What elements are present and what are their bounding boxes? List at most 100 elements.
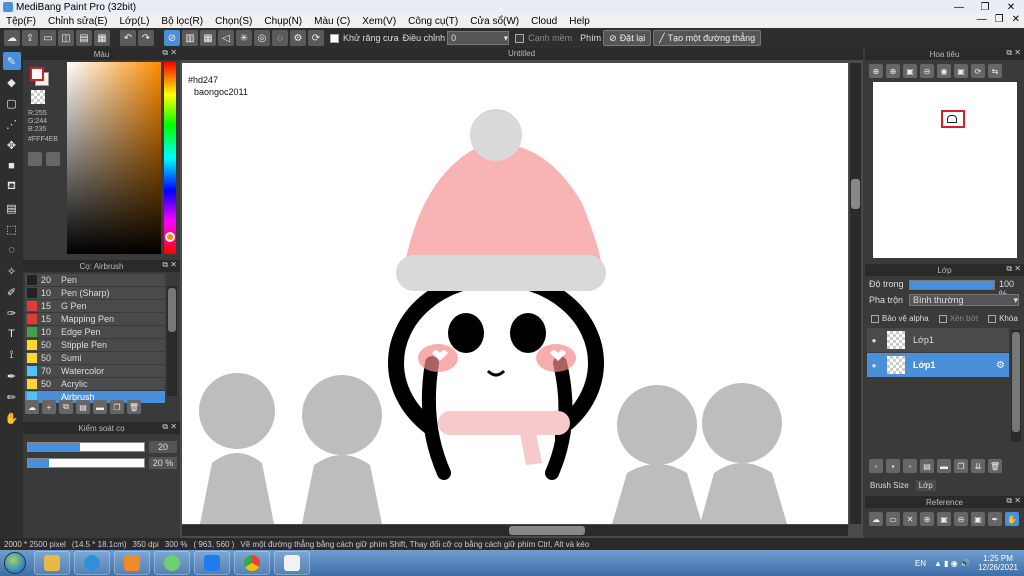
menu-edit[interactable]: Chỉnh sửa(E) [42, 16, 114, 27]
text-tool-icon[interactable]: T [3, 325, 21, 343]
eyedropper-tool-icon[interactable]: ✒ [3, 367, 21, 385]
minimize-button[interactable]: — [946, 0, 972, 14]
panel-controls-icon[interactable]: ⧉ ✕ [162, 422, 177, 432]
cloud-brush-icon[interactable]: ☁ [25, 400, 39, 414]
dot-tool-icon[interactable]: ⋰ [3, 115, 21, 133]
rotate-icon[interactable]: ⟳ [308, 30, 324, 46]
zoom-in-alt-icon[interactable]: ⊕ [886, 64, 900, 78]
visibility-eye-icon[interactable]: ● [867, 361, 881, 370]
radial-snap-icon[interactable]: ✳ [236, 30, 252, 46]
menu-layer[interactable]: Lớp(L) [114, 16, 156, 27]
brush-item[interactable]: 15 G Pen [25, 300, 165, 313]
actual-size-icon[interactable]: ◉ [937, 64, 951, 78]
zoom-out-icon[interactable]: ⊖ [954, 512, 968, 526]
open-image-icon[interactable]: ▭ [886, 512, 900, 526]
trash-icon[interactable]: 🗑 [127, 400, 141, 414]
taskbar-chrome[interactable] [234, 551, 270, 575]
upload-icon[interactable]: ⇪ [22, 30, 38, 46]
zoom-in-icon[interactable]: ⊕ [869, 64, 883, 78]
palette-icon[interactable] [28, 152, 42, 166]
select-pen-tool-icon[interactable]: ✐ [3, 283, 21, 301]
lock-checkbox[interactable] [988, 314, 997, 323]
copy-brush-icon[interactable]: ⧉ [59, 400, 73, 414]
document-tab[interactable]: Untitled [180, 48, 863, 60]
brush-settings-icon[interactable]: ▤ [76, 400, 90, 414]
panel-controls-icon[interactable]: ⧉ ✕ [162, 260, 177, 270]
drawing-canvas[interactable]: #hd247 baongoc2011 [182, 63, 848, 524]
hue-slider[interactable] [164, 62, 176, 254]
brush-tool-icon[interactable]: ✎ [2, 52, 21, 70]
brush-item[interactable]: 50 Acrylic [25, 378, 165, 391]
layer-settings-gear-icon[interactable]: ⚙ [996, 360, 1005, 371]
cloud-icon[interactable]: ☁ [4, 30, 20, 46]
clip-checkbox[interactable] [938, 314, 947, 323]
zoom-out-icon[interactable]: ⊖ [920, 64, 934, 78]
flip-view-icon[interactable]: ⇆ [988, 64, 1002, 78]
cross-snap-icon[interactable]: ▦ [200, 30, 216, 46]
foreground-color-swatch[interactable] [30, 67, 44, 81]
layer-item[interactable]: ● Lớp1 [867, 328, 1009, 352]
taskbar-internet-explorer[interactable] [74, 551, 110, 575]
trash-icon[interactable]: 🗑 [988, 459, 1002, 473]
create-line-button[interactable]: ╱ Tạo một đường thẳng [653, 30, 762, 46]
canvas-vertical-scrollbar[interactable] [850, 63, 861, 524]
comment-icon[interactable]: ▭ [40, 30, 56, 46]
doc-close-button[interactable]: ✕ [1008, 14, 1024, 25]
curve-snap-icon[interactable]: ◌ [272, 30, 288, 46]
brush-size-value[interactable]: 20 [149, 441, 177, 453]
start-button[interactable] [0, 550, 30, 576]
taskbar-app-green[interactable] [154, 551, 190, 575]
brush-item[interactable]: 70 Watercolor [25, 365, 165, 378]
taskbar-zalo[interactable] [194, 551, 230, 575]
taskbar-medibang[interactable] [274, 551, 310, 575]
gradient-tool-icon[interactable]: ▤ [3, 199, 21, 217]
select-eraser-tool-icon[interactable]: ✑ [3, 304, 21, 322]
menu-snapshot[interactable]: Chụp(N) [258, 16, 308, 27]
new-halftone-layer-icon[interactable]: ▪ [886, 459, 900, 473]
merge-down-icon[interactable]: ⇊ [971, 459, 985, 473]
new-8bit-layer-icon[interactable]: ▤ [920, 459, 934, 473]
hand-tool-icon[interactable]: ✋ [3, 409, 21, 427]
panel-controls-icon[interactable]: ⧉ ✕ [162, 48, 177, 58]
layer-opacity-slider[interactable] [909, 280, 995, 290]
cloud-upload-icon[interactable]: ☁ [869, 512, 883, 526]
layout-icon[interactable]: ▤ [76, 30, 92, 46]
redo-icon[interactable]: ↷ [138, 30, 154, 46]
brush-opacity-slider[interactable] [27, 458, 145, 468]
tab-brush-size[interactable]: Brush Size [867, 480, 912, 491]
hand-icon[interactable]: ✋ [1005, 512, 1019, 526]
transparent-color-swatch[interactable] [31, 90, 45, 104]
brush-item[interactable]: 20 Pen [25, 274, 165, 287]
layer-list-scrollbar[interactable] [1011, 330, 1021, 442]
scrollbar-thumb[interactable] [851, 179, 860, 209]
brush-item[interactable]: 50 Sumi [25, 352, 165, 365]
soft-edge-checkbox[interactable] [515, 33, 525, 43]
menu-help[interactable]: Help [563, 16, 596, 27]
rectangle-tool-icon[interactable]: ▢ [3, 94, 21, 112]
brush-item[interactable]: 10 Pen (Sharp) [25, 287, 165, 300]
brush-item[interactable]: 10 Edge Pen [25, 326, 165, 339]
fit-icon[interactable]: ▣ [937, 512, 951, 526]
rotate-view-icon[interactable]: ⟳ [971, 64, 985, 78]
menu-color[interactable]: Màu (C) [308, 16, 356, 27]
grid-icon[interactable]: ▦ [94, 30, 110, 46]
select-tool-icon[interactable]: ⬚ [3, 220, 21, 238]
parallel-snap-icon[interactable]: ▥ [182, 30, 198, 46]
fit-icon[interactable]: ▣ [903, 64, 917, 78]
canvas-horizontal-scrollbar[interactable] [182, 525, 848, 536]
fit-window-icon[interactable]: ▣ [954, 64, 968, 78]
scrollbar-thumb[interactable] [509, 526, 585, 535]
layer-item-selected[interactable]: ● Lớp1 ⚙ [867, 353, 1009, 377]
new-layer-icon[interactable]: ▫ [869, 459, 883, 473]
folder-icon[interactable]: ▬ [93, 400, 107, 414]
snap-off-icon[interactable]: ⊘ [164, 30, 180, 46]
scrollbar-thumb[interactable] [1012, 332, 1020, 432]
maximize-button[interactable]: ❐ [972, 0, 998, 14]
scrollbar-thumb[interactable] [168, 288, 176, 332]
panel-controls-icon[interactable]: ⧉ ✕ [1006, 264, 1021, 274]
correction-select[interactable]: 0 ▾ [447, 31, 510, 45]
eraser-tool-icon[interactable]: ◆ [3, 73, 21, 91]
add-brush-icon[interactable]: + [42, 400, 56, 414]
blend-mode-select[interactable]: Bình thường ▾ [909, 294, 1019, 306]
taskbar-media-player[interactable] [114, 551, 150, 575]
